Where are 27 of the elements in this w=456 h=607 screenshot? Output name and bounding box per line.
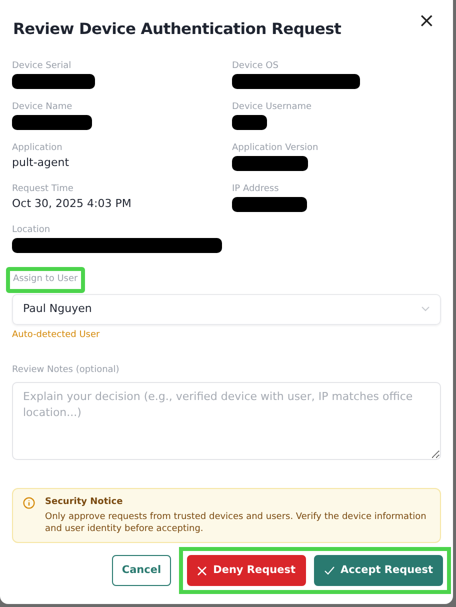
field-value: pult-agent — [12, 156, 70, 170]
close-button[interactable]: × — [416, 10, 437, 30]
field-label: Device OS — [232, 60, 280, 72]
chevron-down-icon — [421, 306, 430, 312]
field-label: Request Time — [12, 183, 74, 196]
accept-button[interactable]: Accept Request — [314, 555, 443, 586]
field-label: Device Name — [12, 101, 74, 114]
field-label: Application Version — [232, 142, 320, 154]
field-label: Location — [12, 224, 52, 236]
dialog-title: Review Device Authentication Request — [13, 19, 342, 40]
notes-field[interactable]: Explain your decision (e.g., verified device with user, IP matches office location...) — [12, 382, 441, 460]
field-label: IP Address — [232, 183, 280, 196]
field-label: Application — [12, 142, 64, 154]
hint-text: Auto-detected User — [12, 328, 101, 342]
field-label: Assign to User — [6, 267, 85, 293]
field-value: Oct 30, 2025 4:03 PM — [12, 197, 132, 212]
deny-button[interactable]: Deny Request — [187, 555, 306, 586]
notice-text: Only approve requests from trusted devices and users. Verify the device information and user identity before accepting. — [45, 511, 428, 536]
info-icon — [23, 496, 35, 509]
close-icon — [197, 566, 208, 576]
notice-title: Security Notice — [45, 496, 124, 509]
check-icon — [324, 566, 335, 576]
cancel-button[interactable]: Cancel — [112, 555, 172, 586]
user-select[interactable]: Paul Nguyen — [12, 294, 441, 325]
field-label: Device Username — [232, 101, 313, 114]
field-label: Device Serial — [12, 60, 72, 72]
field-label: Review Notes (optional) — [12, 364, 120, 378]
